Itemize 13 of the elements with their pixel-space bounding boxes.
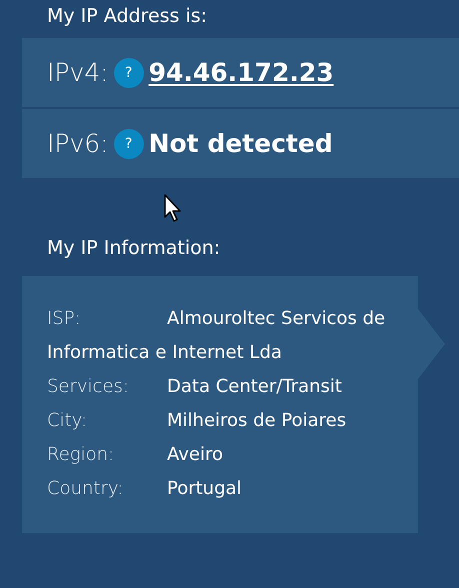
ip-address-link[interactable]: 94.46.172.23 [148,58,334,87]
info-row-text: Country: Portugal [47,477,243,501]
help-icon[interactable]: ? [114,128,144,158]
address-label: IPv4: [47,58,109,87]
info-row-text: Region: Aveiro [47,443,224,467]
help-icon[interactable]: ? [114,58,144,88]
section-heading: My IP Address is: [46,4,208,29]
section-heading: My IP Information: [46,236,222,261]
info-row-text: City: Milheiros de Poiares [47,409,348,433]
address-label: IPv6: [47,129,109,158]
address-value: Not detected [148,129,333,158]
info-row-text: Services: Data Center/Transit [47,375,343,399]
info-row-text: ISP: Almouroltec Servicos de Informatica e Internet Lda [47,307,386,365]
